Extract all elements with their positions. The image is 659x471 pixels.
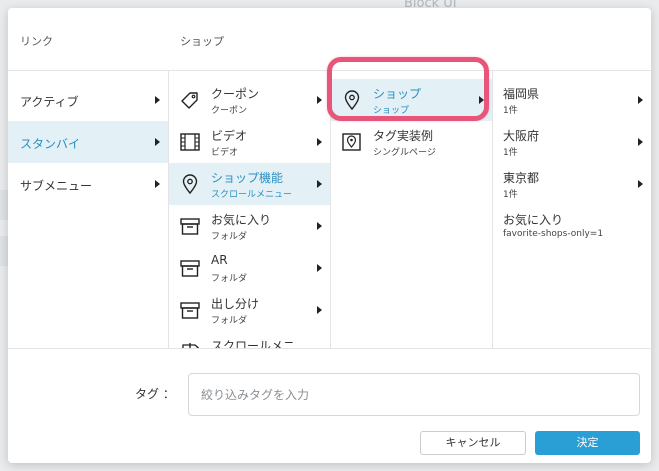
- menu-item-fukuoka[interactable]: 福岡県 1件: [493, 79, 651, 121]
- menu-item-label: ビデオ: [211, 129, 248, 143]
- menu-item-label: お気に入り: [503, 213, 564, 227]
- location-pin-icon: [179, 173, 201, 195]
- header-shop: ショップ: [180, 35, 224, 48]
- coupon-tag-icon: [179, 89, 201, 111]
- menu-item-sublabel: ビデオ: [211, 148, 239, 158]
- menu-item-label: スクロールメニ…: [211, 339, 308, 349]
- menu-item-label: 福岡県: [503, 87, 540, 101]
- chevron-right-icon: [317, 348, 322, 349]
- column-headers: リンク ショップ: [8, 8, 651, 71]
- menu-item-label: スタンバイ: [20, 137, 81, 151]
- location-pin-icon: [341, 89, 363, 111]
- menu-item-standby[interactable]: スタンバイ: [8, 121, 168, 163]
- column-blocks: クーポン クーポン ビデオ ビデオ ショップ機能 スクロールメニュー お気に入り…: [169, 71, 331, 349]
- cancel-button[interactable]: キャンセル: [420, 431, 526, 455]
- menu-item-count: 1件: [503, 148, 518, 158]
- menu-item-osaka[interactable]: 大阪府 1件: [493, 121, 651, 163]
- menu-item-sublabel: スクロールメニュー: [211, 190, 293, 200]
- menu-item-sublabel: ショップ: [373, 106, 410, 116]
- menu-item-sublabel: フォルダ: [211, 232, 248, 242]
- menu-item-count: 1件: [503, 106, 518, 116]
- header-link: リンク: [20, 35, 53, 48]
- chevron-right-icon: [317, 138, 322, 146]
- map-document-icon: [341, 131, 363, 153]
- menu-item-tokyo[interactable]: 東京都 1件: [493, 163, 651, 205]
- column-link-types: アクティブ スタンバイ サブメニュー: [8, 71, 169, 348]
- menu-item-label: 大阪府: [503, 129, 540, 143]
- menu-item-label: クーポン: [211, 87, 260, 101]
- archive-box-icon: [179, 257, 201, 279]
- signpost-icon: [179, 341, 201, 348]
- menu-item-segment[interactable]: 出し分け フォルダ: [169, 289, 330, 331]
- menu-item-label: 東京都: [503, 171, 540, 185]
- menu-item-label: お気に入り: [211, 213, 272, 227]
- menu-item-submenu[interactable]: サブメニュー: [8, 163, 168, 205]
- menu-item-favorites[interactable]: お気に入り フォルダ: [169, 205, 330, 247]
- tag-filter-input[interactable]: [188, 373, 640, 416]
- menu-item-label: サブメニュー: [20, 179, 93, 193]
- menu-item-coupon[interactable]: クーポン クーポン: [169, 79, 330, 121]
- menu-item-sublabel: クーポン: [211, 106, 248, 116]
- menu-item-label: AR: [211, 253, 228, 267]
- menu-item-shop[interactable]: ショップ ショップ: [331, 79, 492, 121]
- menu-item-favorite-shops[interactable]: お気に入り favorite-shops-only=1: [493, 205, 651, 247]
- menu-item-query: favorite-shops-only=1: [503, 229, 604, 239]
- archive-box-icon: [179, 215, 201, 237]
- video-film-icon: [179, 131, 201, 153]
- chevron-right-icon: [317, 264, 322, 272]
- menu-item-count: 1件: [503, 190, 518, 200]
- link-select-dialog: リンク ショップ アクティブ スタンバイ サブメニュー クーポン クーポン ビデ…: [8, 8, 651, 463]
- tag-label: タグ ：: [135, 387, 175, 401]
- chevron-right-icon: [317, 222, 322, 230]
- menu-item-sublabel: フォルダ: [211, 316, 248, 326]
- menu-item-label: アクティブ: [20, 95, 79, 109]
- menu-item-label: タグ実装例: [373, 129, 434, 143]
- archive-box-icon: [179, 299, 201, 321]
- chevron-right-icon: [479, 96, 484, 104]
- menu-item-scroll-menu[interactable]: スクロールメニ…: [169, 331, 330, 349]
- menu-item-label: 出し分け: [211, 297, 260, 311]
- column-shops: 福岡県 1件 大阪府 1件 東京都 1件 お気に入り favorite-shop…: [493, 71, 651, 348]
- menu-item-active[interactable]: アクティブ: [8, 79, 168, 121]
- chevron-right-icon: [317, 96, 322, 104]
- chevron-right-icon: [317, 306, 322, 314]
- chevron-right-icon: [638, 180, 643, 188]
- menu-item-sublabel: シングルページ: [373, 148, 436, 158]
- chevron-right-icon: [638, 138, 643, 146]
- confirm-button[interactable]: 決定: [535, 431, 640, 455]
- chevron-right-icon: [638, 96, 643, 104]
- chevron-right-icon: [155, 138, 160, 146]
- menu-item-shop-feature[interactable]: ショップ機能 スクロールメニュー: [169, 163, 330, 205]
- menu-item-ar[interactable]: AR フォルダ: [169, 247, 330, 289]
- chevron-right-icon: [155, 180, 160, 188]
- chevron-right-icon: [155, 96, 160, 104]
- menu-item-video[interactable]: ビデオ ビデオ: [169, 121, 330, 163]
- menu-item-tag-example[interactable]: タグ実装例 シングルページ: [331, 121, 492, 163]
- menu-item-sublabel: フォルダ: [211, 274, 248, 284]
- menu-item-label: ショップ機能: [211, 171, 284, 185]
- menu-item-label: ショップ: [373, 87, 422, 101]
- menu-columns: アクティブ スタンバイ サブメニュー クーポン クーポン ビデオ ビデオ ショッ…: [8, 71, 651, 349]
- column-pages: ショップ ショップ タグ実装例 シングルページ: [331, 71, 493, 348]
- chevron-right-icon: [317, 180, 322, 188]
